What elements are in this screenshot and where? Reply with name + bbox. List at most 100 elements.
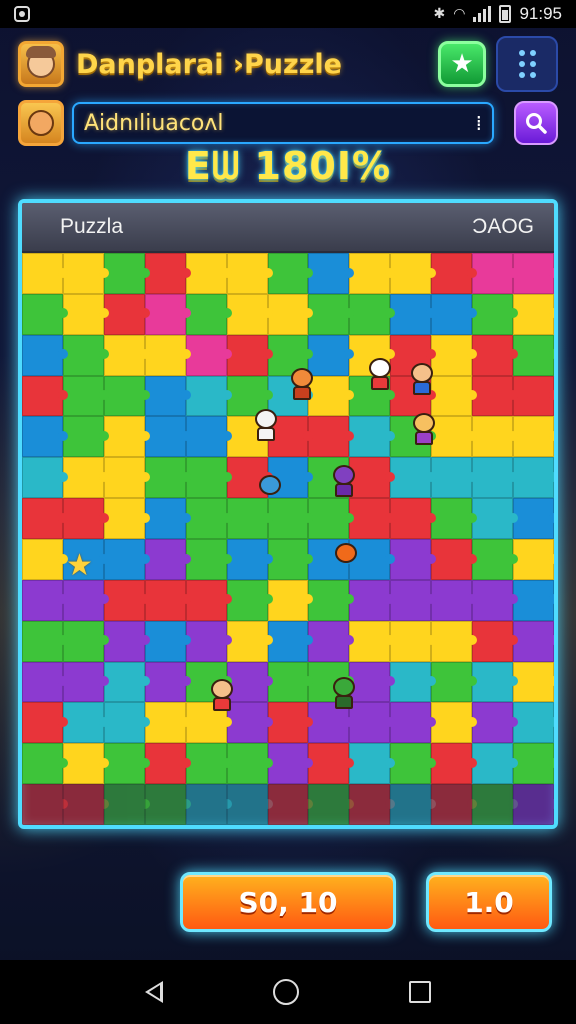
puzzle-piece[interactable]	[513, 293, 554, 335]
puzzle-piece[interactable]	[226, 620, 273, 662]
puzzle-piece[interactable]	[226, 293, 273, 335]
puzzle-piece[interactable]	[431, 784, 478, 825]
puzzle-piece[interactable]	[144, 457, 191, 499]
puzzle-piece[interactable]	[144, 375, 191, 417]
puzzle-piece[interactable]	[390, 579, 437, 621]
puzzle-piece[interactable]	[390, 661, 437, 703]
puzzle-piece[interactable]	[267, 784, 314, 825]
puzzle-piece[interactable]	[103, 498, 150, 539]
puzzle-piece[interactable]	[144, 293, 191, 335]
puzzle-piece[interactable]	[226, 334, 273, 376]
puzzle-piece[interactable]	[513, 620, 554, 662]
puzzle-piece[interactable]	[144, 579, 191, 621]
favorites-button[interactable]: ★	[438, 41, 486, 87]
puzzle-piece[interactable]	[472, 579, 518, 621]
puzzle-piece[interactable]	[226, 784, 273, 825]
puzzle-piece[interactable]	[431, 702, 478, 744]
puzzle-piece[interactable]	[308, 416, 355, 458]
puzzle-piece[interactable]	[349, 498, 396, 539]
monster-character-piece[interactable]	[328, 465, 360, 501]
puzzle-piece[interactable]	[308, 253, 355, 294]
puzzle-piece[interactable]	[349, 743, 396, 785]
puzzle-piece[interactable]	[103, 620, 150, 662]
puzzle-piece[interactable]	[431, 579, 478, 621]
puzzle-piece[interactable]	[308, 784, 355, 825]
puzzle-piece[interactable]	[62, 253, 109, 294]
puzzle-piece[interactable]	[144, 253, 191, 294]
star-piece[interactable]: ★	[66, 548, 93, 583]
puzzle-piece[interactable]	[144, 334, 191, 376]
home-icon[interactable]	[273, 979, 299, 1005]
puzzle-piece[interactable]	[185, 293, 232, 335]
fox-character-piece[interactable]	[286, 368, 318, 404]
puzzle-piece[interactable]	[185, 334, 232, 376]
puzzle-piece[interactable]	[144, 539, 191, 580]
puzzle-grid[interactable]	[22, 253, 554, 825]
puzzle-piece[interactable]	[267, 702, 314, 744]
puzzle-piece[interactable]	[267, 539, 314, 580]
puzzle-piece[interactable]	[513, 661, 554, 703]
puzzle-piece[interactable]	[226, 539, 273, 580]
puzzle-piece[interactable]	[103, 334, 150, 376]
menu-button[interactable]	[496, 36, 558, 92]
puzzle-piece[interactable]	[472, 253, 518, 294]
puzzle-piece[interactable]	[472, 498, 518, 539]
puzzle-piece[interactable]	[349, 784, 396, 825]
search-input[interactable]	[84, 110, 476, 136]
puzzle-piece[interactable]	[103, 375, 150, 417]
puzzle-piece[interactable]	[267, 743, 314, 785]
puzzle-piece[interactable]	[103, 702, 150, 744]
puzzle-piece[interactable]	[472, 702, 518, 744]
puzzle-piece[interactable]	[513, 457, 554, 499]
puzzle-piece[interactable]	[308, 579, 355, 621]
puzzle-piece[interactable]	[226, 579, 273, 621]
puzzle-piece[interactable]	[390, 702, 437, 744]
puzzle-piece[interactable]	[62, 498, 109, 539]
puzzle-piece[interactable]	[513, 539, 554, 580]
puzzle-piece[interactable]	[349, 416, 396, 458]
recent-apps-icon[interactable]	[409, 981, 431, 1003]
puzzle-piece[interactable]	[472, 539, 518, 580]
puzzle-piece[interactable]	[62, 743, 109, 785]
puzzle-piece[interactable]	[431, 253, 478, 294]
puzzle-piece[interactable]	[390, 293, 437, 335]
puzzle-piece[interactable]	[144, 743, 191, 785]
puzzle-piece[interactable]	[22, 416, 68, 458]
puzzle-piece[interactable]	[267, 620, 314, 662]
puzzle-piece[interactable]	[22, 579, 68, 621]
puzzle-piece[interactable]	[103, 253, 150, 294]
puzzle-piece[interactable]	[349, 293, 396, 335]
puzzle-piece[interactable]	[513, 253, 554, 294]
puzzle-piece[interactable]	[513, 375, 554, 417]
puzzle-piece[interactable]	[62, 375, 109, 417]
puzzle-piece[interactable]	[144, 784, 191, 825]
puzzle-piece[interactable]	[62, 661, 109, 703]
puzzle-piece[interactable]	[431, 498, 478, 539]
puzzle-piece[interactable]	[390, 620, 437, 662]
search-button[interactable]	[514, 101, 558, 145]
search-field[interactable]: ⁞	[72, 102, 494, 144]
puzzle-piece[interactable]	[22, 784, 68, 825]
puzzle-piece[interactable]	[349, 620, 396, 662]
puzzle-piece[interactable]	[185, 620, 232, 662]
puzzle-piece[interactable]	[185, 375, 232, 417]
puzzle-piece[interactable]	[103, 539, 150, 580]
puzzle-piece[interactable]	[62, 784, 109, 825]
puzzle-piece[interactable]	[472, 416, 518, 458]
blob-character-piece[interactable]	[254, 475, 286, 511]
puzzle-piece[interactable]	[513, 416, 554, 458]
puzzle-piece[interactable]	[267, 293, 314, 335]
puzzle-piece[interactable]	[513, 743, 554, 785]
goblin-character-piece[interactable]	[328, 677, 360, 713]
puzzle-piece[interactable]	[390, 539, 437, 580]
puzzle-piece[interactable]	[62, 334, 109, 376]
puzzle-piece[interactable]	[103, 579, 150, 621]
puzzle-piece[interactable]	[513, 702, 554, 744]
puzzle-piece[interactable]	[431, 661, 478, 703]
puzzle-piece[interactable]	[185, 784, 232, 825]
puzzle-piece[interactable]	[62, 702, 109, 744]
puzzle-piece[interactable]	[22, 620, 68, 662]
puzzle-piece[interactable]	[472, 375, 518, 417]
bird-character-piece[interactable]	[330, 543, 362, 579]
puzzle-piece[interactable]	[22, 539, 68, 580]
